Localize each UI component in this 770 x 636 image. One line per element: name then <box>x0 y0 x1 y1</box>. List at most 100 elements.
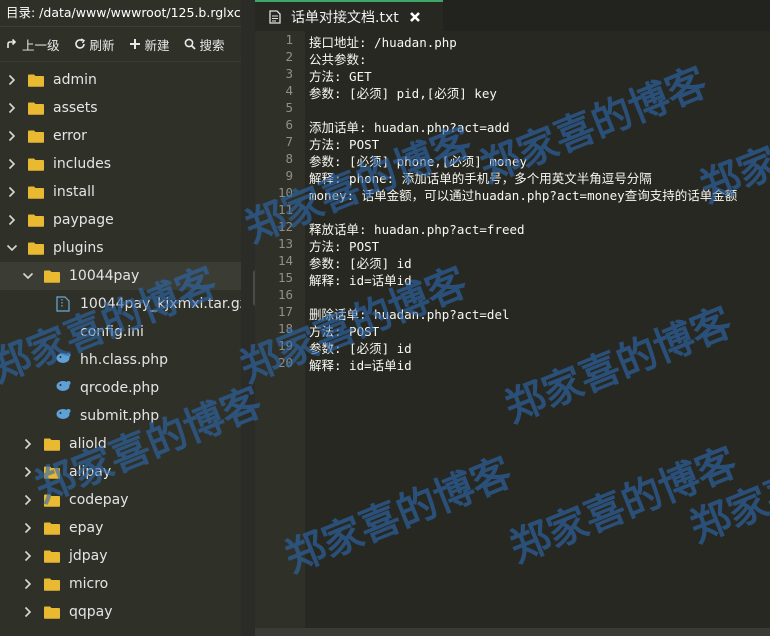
chevron-right-icon[interactable] <box>22 522 34 534</box>
folder-row-plugins[interactable]: plugins <box>0 234 241 262</box>
folder-row-10044pay[interactable]: 10044pay <box>0 262 241 290</box>
line-number: 5 <box>285 100 293 115</box>
tree-item-label: alipay <box>69 464 112 480</box>
horizontal-scrollbar[interactable] <box>255 628 770 636</box>
line-number: 3 <box>285 66 293 81</box>
search-icon <box>184 38 196 50</box>
file-row-qrcode.php[interactable]: qrcode.php <box>0 374 241 402</box>
line-number: 2 <box>285 49 293 64</box>
tree-item-label: aliold <box>69 436 107 452</box>
line-number: 20 <box>277 355 293 370</box>
tree-item-label: admin <box>53 72 97 88</box>
line-number: 9 <box>285 168 293 183</box>
folder-row-aliold[interactable]: aliold <box>0 430 241 458</box>
chevron-right-icon[interactable] <box>22 578 34 590</box>
chevron-right-icon[interactable] <box>22 438 34 450</box>
line-number: 7 <box>285 134 293 149</box>
code-editor[interactable]: 接口地址: /huadan.php 公共参数: 方法: GET 参数: [必须] pi… <box>305 31 770 628</box>
folder-row-micro[interactable]: micro <box>0 570 241 598</box>
folder-row-codepay[interactable]: codepay <box>0 486 241 514</box>
tree-item-label: jdpay <box>69 548 108 564</box>
file-toolbar: 上一级 刷新 新建 搜索 <box>0 27 241 62</box>
chevron-right-icon[interactable] <box>22 606 34 618</box>
tree-item-label: codepay <box>69 492 129 508</box>
folder-icon <box>44 606 60 619</box>
chevron-right-icon[interactable] <box>6 214 18 226</box>
folder-row-paypage[interactable]: paypage <box>0 206 241 234</box>
chevron-right-icon[interactable] <box>6 102 18 114</box>
tree-item-label: qrcode.php <box>80 380 160 396</box>
folder-row-admin[interactable]: admin <box>0 66 241 94</box>
folder-icon <box>28 102 44 115</box>
document-icon <box>269 9 281 24</box>
chevron-right-icon[interactable] <box>6 186 18 198</box>
tree-item-label: epay <box>69 520 104 536</box>
chevron-right-icon[interactable] <box>22 550 34 562</box>
tree-item-label: assets <box>53 100 98 116</box>
line-number: 10 <box>277 185 293 200</box>
line-number: 14 <box>277 253 293 268</box>
chevron-right-icon[interactable] <box>6 130 18 142</box>
tree-item-label: qqpay <box>69 604 113 620</box>
folder-icon <box>28 74 44 87</box>
panel-splitter[interactable] <box>241 0 255 636</box>
search-label: 搜索 <box>199 37 225 53</box>
tree-item-label: plugins <box>53 240 104 256</box>
php-file-icon <box>56 352 71 368</box>
folder-row-install[interactable]: install <box>0 178 241 206</box>
folder-row-jdpay[interactable]: jdpay <box>0 542 241 570</box>
code-line: money: 话单金额，可以通过huadan.php?act=money查询支持… <box>309 188 738 203</box>
folder-icon <box>44 466 60 479</box>
up-level-button[interactable]: 上一级 <box>6 35 60 54</box>
line-number: 18 <box>277 321 293 336</box>
file-row-submit.php[interactable]: submit.php <box>0 402 241 430</box>
up-level-label: 上一级 <box>22 37 60 53</box>
chevron-right-icon[interactable] <box>22 466 34 478</box>
tree-item-label: paypage <box>53 212 114 228</box>
folder-icon <box>44 550 60 563</box>
tree-item-label: 10044pay_kjxmxi.tar.gz <box>80 296 241 312</box>
file-row-hh.class.php[interactable]: hh.class.php <box>0 346 241 374</box>
line-number: 11 <box>277 202 293 217</box>
chevron-down-icon[interactable] <box>22 270 34 282</box>
line-number: 17 <box>277 304 293 319</box>
chevron-right-icon[interactable] <box>6 158 18 170</box>
folder-row-includes[interactable]: includes <box>0 150 241 178</box>
folder-row-qqpay[interactable]: qqpay <box>0 598 241 626</box>
line-number: 8 <box>285 151 293 166</box>
chevron-right-icon[interactable] <box>6 74 18 86</box>
directory-path: 目录: /data/www/wwwroot/125.b.rglxc... <box>0 0 241 27</box>
close-tab-icon[interactable] <box>409 11 421 23</box>
chevron-right-icon[interactable] <box>22 494 34 506</box>
code-line: 参数: [必须] pid,[必须] key <box>309 86 497 101</box>
folder-row-alipay[interactable]: alipay <box>0 458 241 486</box>
tab-title: 话单对接文档.txt <box>291 9 399 26</box>
folder-row-assets[interactable]: assets <box>0 94 241 122</box>
tree-item-label: submit.php <box>80 408 160 424</box>
tree-item-label: micro <box>69 576 109 592</box>
plus-icon <box>129 39 140 49</box>
new-button[interactable]: 新建 <box>129 35 170 54</box>
tree-item-label: install <box>53 184 95 200</box>
file-browser-panel: 目录: /data/www/wwwroot/125.b.rglxc... 上一级… <box>0 0 241 636</box>
tree-item-label: hh.class.php <box>80 352 169 368</box>
folder-row-epay[interactable]: epay <box>0 514 241 542</box>
code-line: 解释: id=话单id <box>309 358 412 373</box>
chevron-down-icon[interactable] <box>6 242 18 254</box>
refresh-button[interactable]: 刷新 <box>74 35 115 54</box>
line-number: 13 <box>277 236 293 251</box>
line-number: 4 <box>285 83 293 98</box>
folder-row-error[interactable]: error <box>0 122 241 150</box>
refresh-label: 刷新 <box>89 37 115 53</box>
folder-icon <box>28 242 44 255</box>
folder-icon <box>44 494 60 507</box>
folder-icon <box>28 186 44 199</box>
file-row-config.ini[interactable]: config.ini <box>0 318 241 346</box>
editor-tab-bar: 话单对接文档.txt <box>255 0 770 31</box>
search-button[interactable]: 搜索 <box>184 35 225 54</box>
tab-active-file[interactable]: 话单对接文档.txt <box>255 0 443 31</box>
file-row-10044pay_kjxmxi.tar.gz[interactable]: 10044pay_kjxmxi.tar.gz <box>0 290 241 318</box>
folder-icon <box>44 270 60 283</box>
folder-icon <box>44 438 60 451</box>
line-number: 12 <box>277 219 293 234</box>
